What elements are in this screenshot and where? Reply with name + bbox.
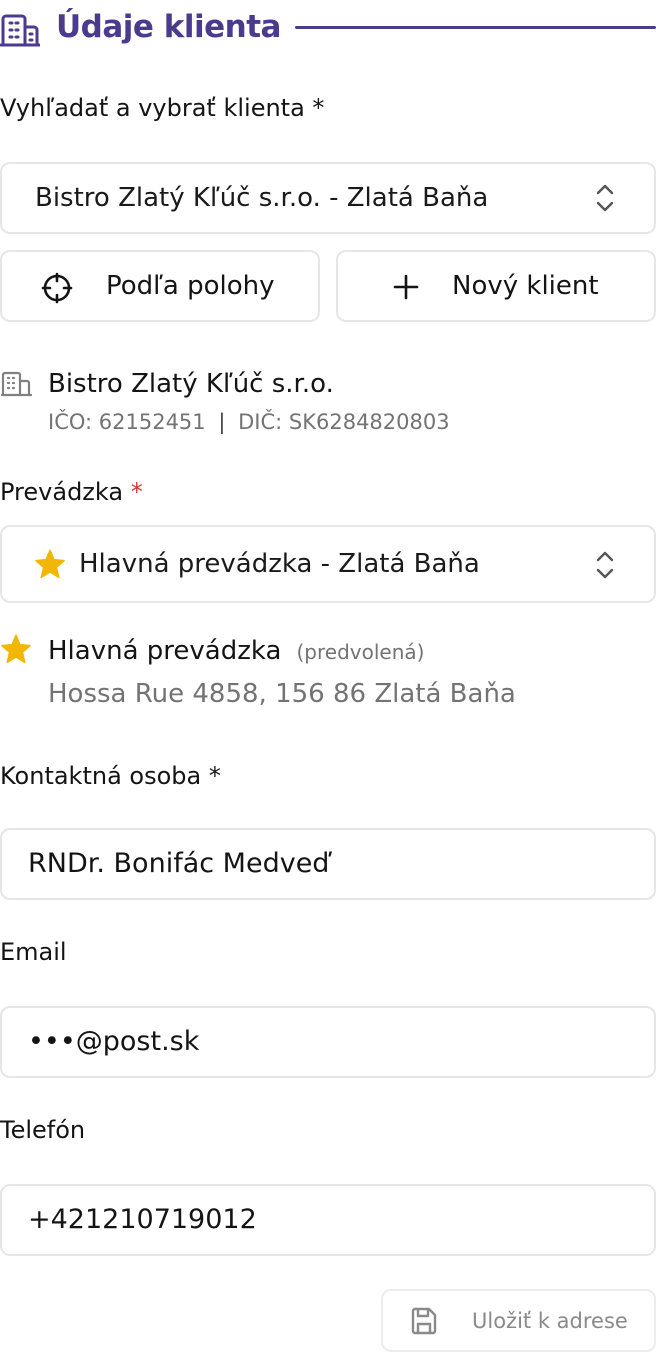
establishment-detail-name: Hlavná prevádzka — [48, 636, 282, 666]
phone-input[interactable]: +421210719012 — [0, 1184, 656, 1256]
client-search-label: Vyhľadať a vybrať klienta * — [0, 94, 325, 122]
building-icon — [0, 14, 40, 47]
email-input[interactable]: •••@post.sk — [0, 1006, 656, 1078]
star-icon — [1, 634, 31, 664]
crosshair-icon — [41, 272, 73, 304]
required-mark: * — [130, 478, 143, 506]
contact-input-value: RNDr. Bonifác Medveď — [28, 848, 330, 879]
plus-icon — [393, 274, 419, 300]
chevron-up-down-icon — [596, 551, 614, 579]
save-to-address-button[interactable]: Uložiť k adrese — [381, 1289, 656, 1352]
client-name: Bistro Zlatý Kľúč s.r.o. — [48, 369, 334, 399]
id-separator: | — [218, 410, 226, 434]
establishment-address: Hossa Rue 4858, 156 86 Zlatá Baňa — [48, 679, 516, 709]
star-icon — [35, 549, 65, 579]
email-input-value: •••@post.sk — [28, 1026, 200, 1057]
establishment-select[interactable]: Hlavná prevádzka - Zlatá Baňa — [0, 525, 656, 603]
client-ico: IČO: 62152451 — [48, 410, 206, 434]
by-location-label: Podľa polohy — [106, 271, 275, 301]
save-label: Uložiť k adrese — [472, 1309, 628, 1333]
client-ids: IČO: 62152451 | DIČ: SK6284820803 — [48, 408, 450, 436]
save-icon — [411, 1307, 437, 1335]
section-title: Údaje klienta — [56, 9, 281, 45]
phone-label: Telefón — [0, 1116, 86, 1144]
client-select[interactable]: Bistro Zlatý Kľúč s.r.o. - Zlatá Baňa — [0, 162, 656, 234]
contact-label: Kontaktná osoba * — [0, 762, 221, 790]
new-client-label: Nový klient — [452, 271, 599, 301]
phone-input-value: +421210719012 — [28, 1204, 257, 1235]
establishment-select-value: Hlavná prevádzka - Zlatá Baňa — [79, 549, 480, 579]
chevron-up-down-icon — [596, 184, 614, 212]
section-divider — [295, 26, 656, 29]
establishment-detail: Hlavná prevádzka (predvolená) — [48, 634, 424, 668]
email-label: Email — [0, 938, 67, 966]
contact-input[interactable]: RNDr. Bonifác Medveď — [0, 828, 656, 900]
by-location-button[interactable]: Podľa polohy — [0, 250, 320, 322]
client-dic: DIČ: SK6284820803 — [238, 410, 450, 434]
default-tag: (predvolená) — [296, 640, 425, 664]
new-client-button[interactable]: Nový klient — [336, 250, 656, 322]
establishment-label-text: Prevádzka — [0, 478, 124, 506]
client-select-value: Bistro Zlatý Kľúč s.r.o. - Zlatá Baňa — [35, 183, 489, 213]
building-icon — [1, 371, 32, 397]
establishment-label: Prevádzka * — [0, 476, 143, 508]
